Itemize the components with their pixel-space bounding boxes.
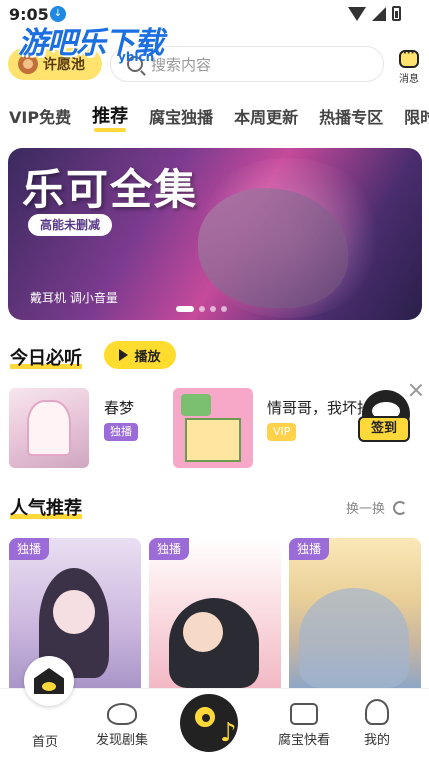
tab-weekly-update[interactable]: 本周更新 [234,100,298,136]
pagination-dot [221,306,227,312]
card-artwork [299,588,409,688]
today-cover-2[interactable] [173,388,253,468]
card-artwork [53,590,95,634]
sign-in-label: 签到 [358,416,410,442]
exclusive-badge: 独播 [149,538,190,560]
popular-card[interactable]: 独播 [289,538,421,688]
refresh-icon [393,500,408,515]
nav-item-mine[interactable]: 我的 [364,699,390,748]
card-artwork [183,612,223,652]
cover-artwork [27,400,71,456]
banner-title: 乐可全集 [22,165,199,214]
banner-pagination [176,306,227,312]
play-icon [119,349,129,361]
nav-item-watch[interactable]: 腐宝快看 [278,699,330,748]
refresh-label: 换一换 [346,502,386,517]
nav-label: 首页 [32,735,59,750]
pagination-dot [199,306,205,312]
battery-icon [392,6,401,21]
pagination-dot [176,306,194,312]
message-button[interactable]: 消息 [394,48,424,85]
tab-limited[interactable]: 限时 [404,100,429,136]
exclusive-badge: 独播 [104,423,138,441]
sign-in-floating-button[interactable]: 签到 [358,386,414,450]
cover-artwork [185,418,241,462]
home-face-icon [42,682,56,691]
popular-card[interactable]: 独播 [149,538,281,688]
tab-vip-free[interactable]: VIP免费 [9,100,71,136]
tab-hot[interactable]: 热播专区 [319,100,383,136]
play-label: 播放 [134,349,161,365]
home-button[interactable] [24,656,74,706]
cover-artwork [181,394,211,416]
nav-item-discover[interactable]: 发现剧集 [96,699,148,748]
nav-item-home[interactable]: 首页 [32,731,58,750]
vip-badge: VIP [267,423,297,441]
watermark-url: yblcn [118,50,155,64]
status-icons [348,6,401,21]
banner-note: 戴耳机 调小音量 [30,291,118,305]
close-icon[interactable] [408,382,424,398]
message-label: 消息 [399,74,419,85]
tab-recommend[interactable]: 推荐 [92,100,128,136]
nav-label: 腐宝快看 [278,733,331,748]
today-item-name[interactable]: 春梦 [104,397,134,418]
camera-icon [290,703,318,725]
message-icon [399,48,419,68]
today-cover-1[interactable] [9,388,89,468]
exclusive-badge: 独播 [289,538,330,560]
today-item-name[interactable]: 情哥哥，我坏掉了 [267,397,363,418]
exclusive-badge: 独播 [9,538,50,560]
music-eye-icon [192,704,218,730]
category-tabs: VIP免费 推荐 腐宝独播 本周更新 热播专区 限时 [0,100,429,136]
tab-exclusive[interactable]: 腐宝独播 [149,100,213,136]
hero-banner[interactable]: 乐可全集 高能未删减 戴耳机 调小音量 [8,148,422,320]
nav-label: 发现剧集 [96,733,149,748]
eye-pupil-icon [202,714,210,722]
banner-tag: 高能未删减 [28,214,113,236]
user-icon [365,699,389,725]
section-title-today: 今日必听 [10,344,82,370]
ufo-icon [107,703,137,725]
center-music-button[interactable]: ♪ [180,694,238,752]
section-title-popular: 人气推荐 [10,494,82,520]
signal-icon [372,6,386,21]
wifi-icon [348,6,366,21]
refresh-button[interactable]: 换一换 [346,498,408,517]
nav-label: 我的 [364,733,391,748]
music-note-icon: ♪ [220,718,237,748]
pagination-dot [210,306,216,312]
play-button[interactable]: 播放 [104,341,176,369]
